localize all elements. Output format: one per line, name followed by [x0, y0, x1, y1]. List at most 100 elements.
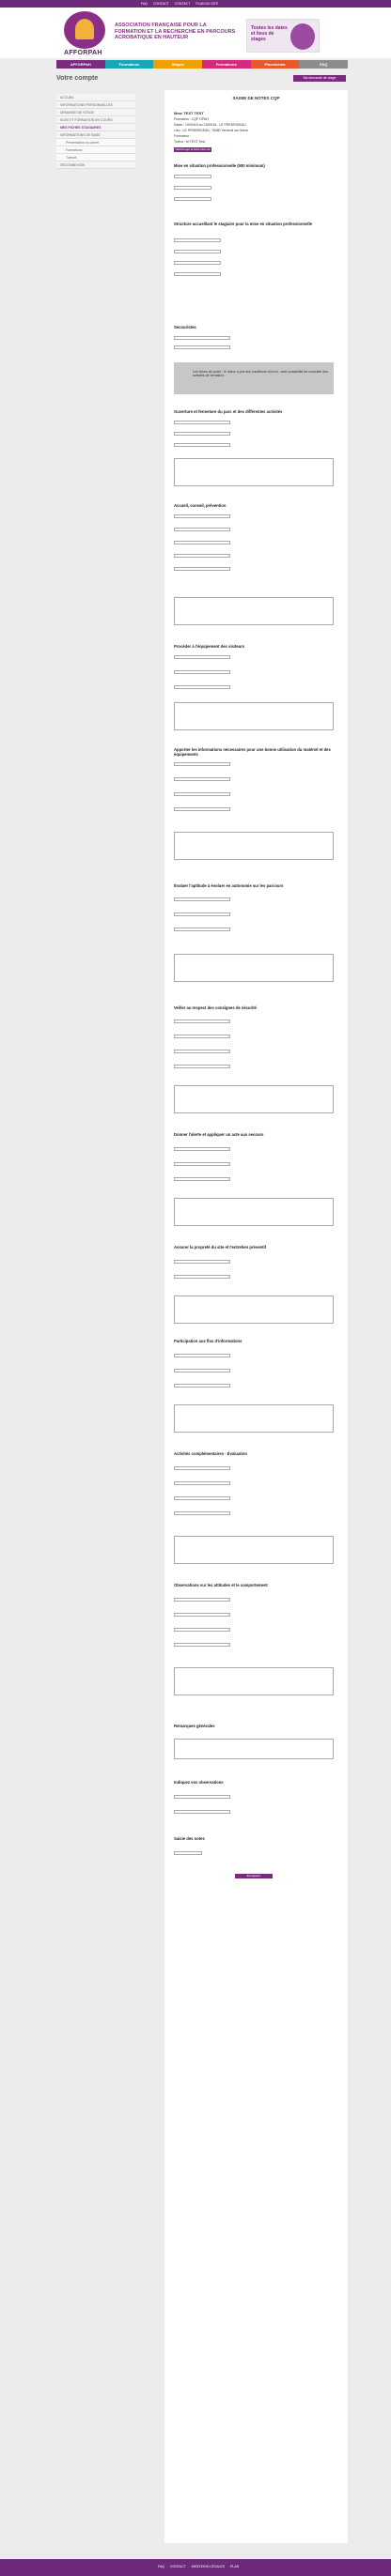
- comment-textarea[interactable]: [174, 1296, 334, 1324]
- form-select[interactable]: [174, 1065, 230, 1068]
- form-input[interactable]: [174, 272, 221, 276]
- comment-textarea[interactable]: [174, 458, 334, 486]
- form-select[interactable]: [174, 336, 230, 340]
- form-input[interactable]: [174, 175, 211, 178]
- form-select[interactable]: [174, 1598, 230, 1602]
- form-select[interactable]: [174, 1481, 230, 1485]
- form-select[interactable]: [174, 1466, 230, 1470]
- form-select[interactable]: [174, 912, 230, 916]
- main-nav: AFFORPAH Formations Stages Formateurs Pl…: [56, 60, 349, 69]
- comment-textarea[interactable]: [174, 1536, 334, 1564]
- sidebar-item-demande[interactable]: DEMANDE DE STAGE: [56, 109, 135, 116]
- form-select[interactable]: [174, 792, 230, 796]
- sidebar-item-fiches[interactable]: MES FICHES STAGIAIRES: [56, 124, 135, 131]
- comment-textarea[interactable]: [174, 954, 334, 982]
- form-select[interactable]: [174, 1613, 230, 1617]
- form-select[interactable]: [174, 1643, 230, 1647]
- form-input[interactable]: [174, 238, 221, 242]
- form-select[interactable]: [174, 1035, 230, 1038]
- form-select[interactable]: [174, 1795, 230, 1799]
- sidebar-item-base[interactable]: INFORMATIONS DE BASE: [56, 131, 135, 139]
- form-select[interactable]: [174, 1628, 230, 1632]
- comment-textarea[interactable]: [174, 1667, 334, 1695]
- comment-textarea[interactable]: [174, 1198, 334, 1226]
- form-select[interactable]: [174, 1050, 230, 1053]
- section-heading: Remarques générales: [174, 1724, 215, 1728]
- form-select[interactable]: [174, 928, 230, 931]
- comment-textarea[interactable]: [174, 1404, 334, 1433]
- form-select[interactable]: [174, 1147, 230, 1151]
- top-link-contact[interactable]: CONTACT: [153, 2, 169, 6]
- form-select[interactable]: [174, 421, 230, 424]
- section-heading: Activités complémentaires - Évaluation: [174, 1451, 247, 1456]
- nav-afforpah[interactable]: AFFORPAH: [56, 60, 105, 69]
- section-heading: Accueil, conseil, prévention: [174, 503, 227, 508]
- form-title: SAISIE DE NOTES CQP: [232, 96, 280, 100]
- promo-banner[interactable]: Toutes les dates et lieux de stages: [246, 19, 320, 53]
- form-select[interactable]: [174, 1384, 230, 1388]
- form-select[interactable]: [174, 897, 230, 901]
- form-select[interactable]: [174, 777, 230, 781]
- form-select[interactable]: [174, 567, 230, 571]
- form-input[interactable]: [174, 186, 211, 190]
- footer-link-faq[interactable]: FAQ: [158, 2565, 164, 2568]
- form-input[interactable]: [174, 250, 221, 253]
- comment-textarea[interactable]: [174, 597, 334, 625]
- nav-faq[interactable]: FAQ: [299, 60, 349, 69]
- form-select[interactable]: [174, 670, 230, 674]
- sidebar-item-logout[interactable]: DÉCONNEXION: [56, 161, 135, 169]
- form-select[interactable]: [174, 1177, 230, 1181]
- form-select[interactable]: [174, 1496, 230, 1500]
- top-link-sitemap[interactable]: PLAN DU SITE: [196, 2, 218, 6]
- comment-textarea[interactable]: [174, 702, 334, 730]
- sidebar-item-infos[interactable]: INFORMATIONS PERSONNELLES: [56, 101, 135, 109]
- promo-graphic-icon: [290, 23, 315, 50]
- comment-textarea[interactable]: [174, 832, 334, 860]
- nav-formateurs[interactable]: Formateurs: [202, 60, 251, 69]
- logo-icon[interactable]: [64, 11, 105, 49]
- submit-button[interactable]: Enregistrer: [235, 1874, 273, 1878]
- footer-link-contact[interactable]: CONTACT: [170, 2565, 186, 2568]
- form-select[interactable]: [174, 443, 230, 447]
- sidebar-subitem-presentation[interactable]: Présentation du carnet: [56, 139, 135, 146]
- nav-formations[interactable]: Formations: [104, 60, 154, 69]
- form-select[interactable]: [174, 1275, 230, 1279]
- nav-placements[interactable]: Placements: [250, 60, 300, 69]
- form-select[interactable]: [174, 807, 230, 811]
- form-select[interactable]: [174, 762, 230, 766]
- comment-textarea[interactable]: [174, 1739, 334, 1759]
- logo-text[interactable]: AFFORPAH: [64, 50, 102, 56]
- sidebar-subitem-tuteurs[interactable]: Tuteurs: [56, 154, 135, 161]
- form-select[interactable]: [174, 514, 230, 518]
- top-link-faq[interactable]: FAQ: [141, 2, 148, 6]
- form-select[interactable]: [174, 554, 230, 558]
- form-select[interactable]: [174, 345, 230, 349]
- dates-line: Dates : 19/09/16 au 23/09/16 - LE PERDRI…: [174, 123, 246, 127]
- comment-textarea[interactable]: [174, 1085, 334, 1113]
- form-input[interactable]: [174, 1851, 202, 1855]
- form-select[interactable]: [174, 1354, 230, 1357]
- form-select[interactable]: [174, 432, 230, 436]
- form-select[interactable]: [174, 655, 230, 659]
- form-input[interactable]: [174, 197, 211, 201]
- form-select[interactable]: [174, 1162, 230, 1166]
- back-button[interactable]: Ma demande de stage: [293, 75, 346, 82]
- form-select[interactable]: [174, 685, 230, 689]
- form-select[interactable]: [174, 1260, 230, 1264]
- sidebar-item-suivi[interactable]: SUIVI ET FORMATION EN COURS: [56, 116, 135, 124]
- sidebar-item-accueil[interactable]: ACCUEIL: [56, 94, 135, 101]
- top-links: FAQ CONTACT CONTACT PLAN DU SITE: [141, 2, 218, 6]
- form-select[interactable]: [174, 1020, 230, 1023]
- footer-link-legal[interactable]: MENTIONS LÉGALES: [192, 2565, 225, 2568]
- form-select[interactable]: [174, 1369, 230, 1372]
- nav-stages[interactable]: Stages: [153, 60, 203, 69]
- footer-link-plan[interactable]: PLAN: [230, 2565, 239, 2568]
- form-select[interactable]: [174, 1511, 230, 1515]
- sidebar-subitem-formations[interactable]: Formations: [56, 146, 135, 154]
- form-select[interactable]: [174, 541, 230, 544]
- download-fiche-button[interactable]: Télécharger la fiche bilan de stage: [174, 147, 211, 156]
- form-select[interactable]: [174, 528, 230, 531]
- top-link-contact-2[interactable]: CONTACT: [175, 2, 191, 6]
- form-select[interactable]: [174, 1810, 230, 1814]
- form-input[interactable]: [174, 261, 221, 265]
